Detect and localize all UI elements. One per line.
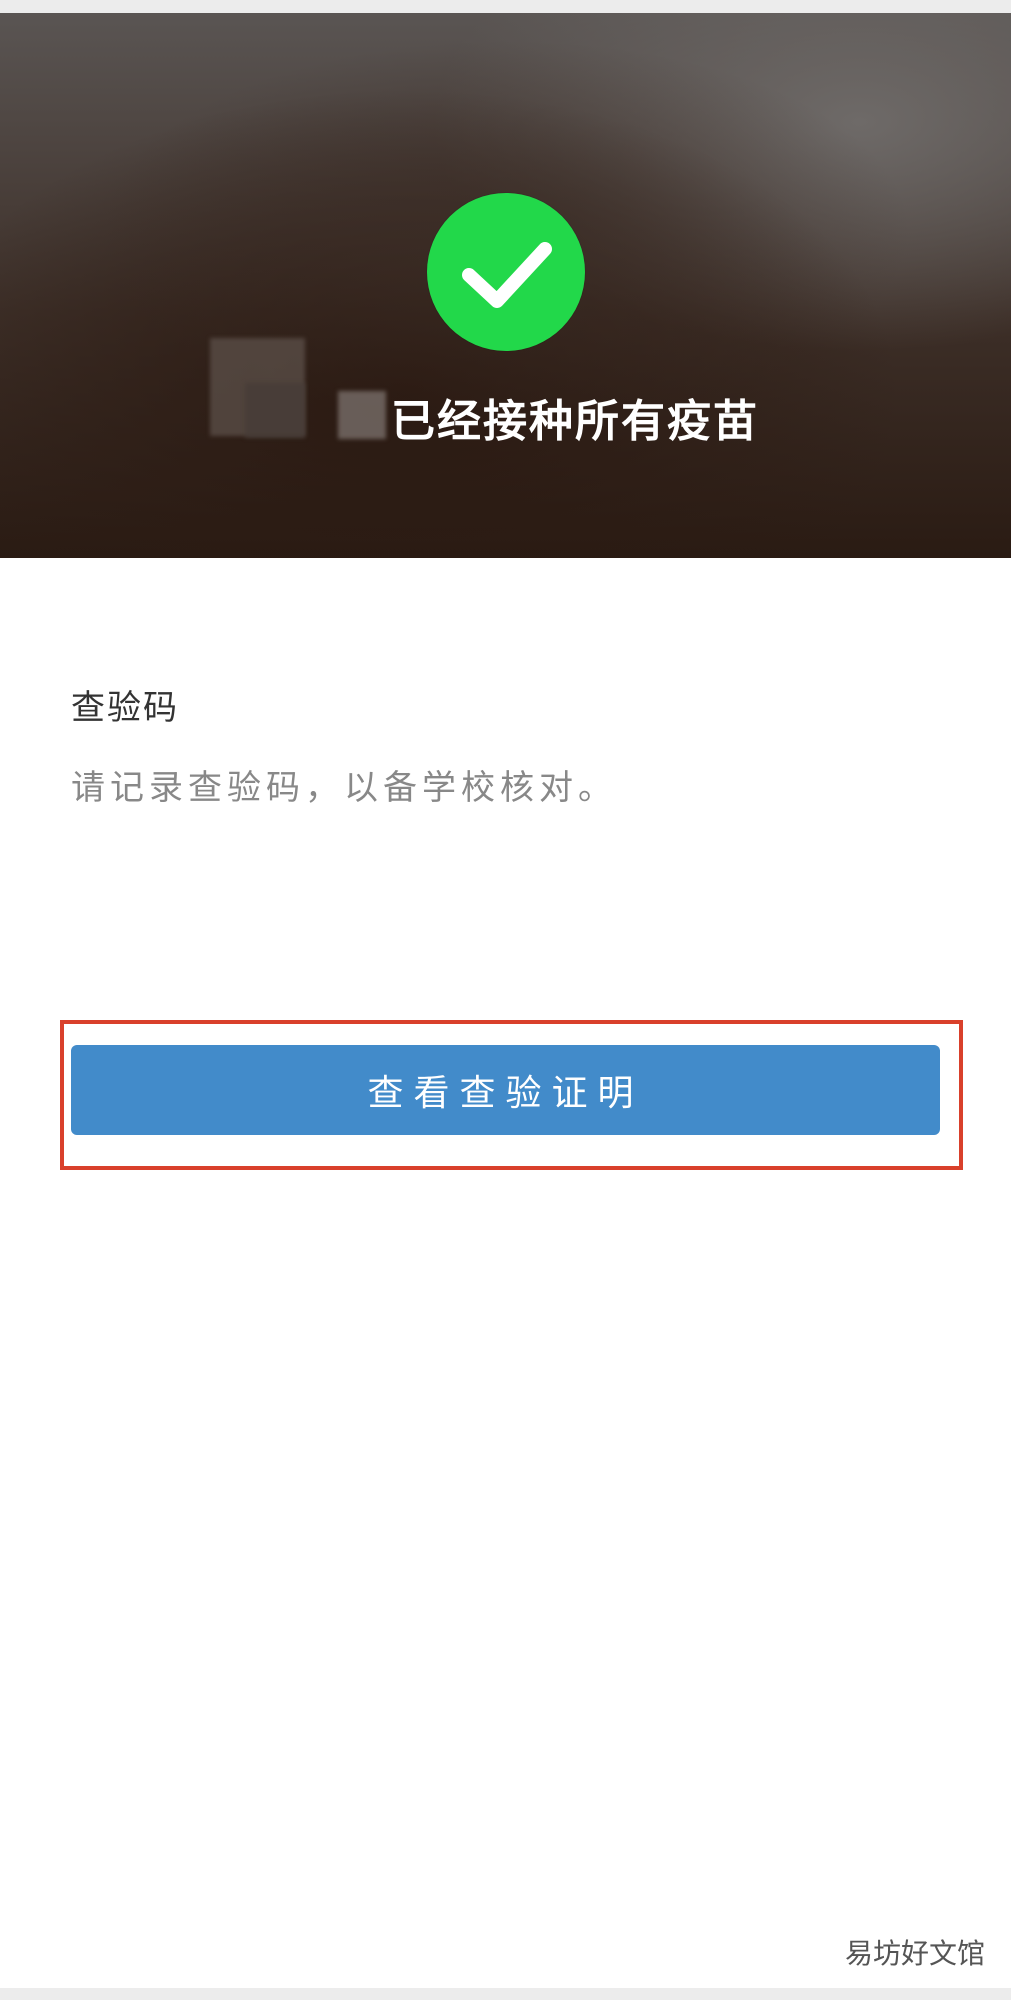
view-certificate-button[interactable]: 查看查验证明 [71, 1045, 940, 1135]
verification-code-title: 查验码 [71, 688, 179, 728]
watermark-text: 易坊好文馆 [844, 1937, 985, 1970]
vaccination-status-text: 已经接种所有疫苗 [391, 396, 759, 447]
check-circle-icon [427, 193, 585, 351]
top-strip [0, 0, 1011, 13]
vaccination-status-banner: 已经接种所有疫苗 [0, 13, 1011, 558]
checkmark-icon [462, 242, 552, 308]
verification-code-description: 请记录查验码，以备学校核对。 [71, 768, 617, 808]
page: 已经接种所有疫苗 查验码 请记录查验码，以备学校核对。 查看查验证明 易坊好文馆 [0, 0, 1011, 2000]
redacted-name-block [245, 383, 305, 438]
redacted-name-block [338, 391, 386, 439]
bottom-strip [0, 1988, 1011, 2000]
